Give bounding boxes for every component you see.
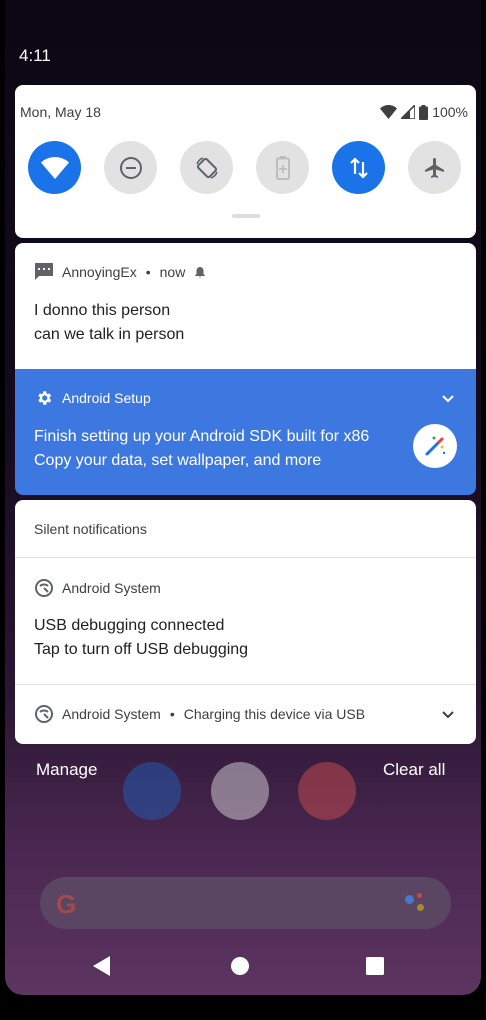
messages-app-icon — [123, 762, 181, 820]
battery-saver-icon — [275, 155, 290, 180]
usb-app-name: Android System — [62, 580, 161, 596]
separator-dot: • — [145, 263, 151, 280]
message-header: AnnoyingEx • now — [35, 263, 206, 280]
status-icons: 100% — [380, 104, 468, 120]
battery-percent: 100% — [432, 104, 468, 120]
wifi-tile[interactable] — [28, 141, 81, 194]
settings-gear-icon — [38, 391, 52, 405]
charging-app-name: Android System — [62, 706, 161, 722]
message-time: now — [159, 263, 186, 280]
drag-handle[interactable] — [232, 214, 260, 218]
date-label: Mon, May 18 — [20, 104, 101, 120]
search-bar: G — [40, 877, 451, 929]
cell-signal-icon — [401, 105, 416, 119]
message-notification[interactable]: AnnoyingEx • now I donno this person can… — [15, 243, 476, 369]
alert-bell-icon — [195, 266, 206, 277]
airplane-icon — [424, 157, 444, 178]
message-line-1: I donno this person — [34, 302, 171, 319]
do-not-disturb-icon — [119, 156, 142, 179]
screen: 4:11 Mon, May 18 100% AnnoyingEx • now I… — [5, 0, 481, 995]
silent-notifications-card: Silent notifications Android System USB … — [15, 500, 476, 744]
google-g-logo: G — [56, 889, 77, 919]
expand-chevron-icon[interactable] — [442, 711, 454, 719]
usb-debugging-notification[interactable]: Android System USB debugging connected T… — [15, 558, 476, 684]
message-line-2: can we talk in person — [34, 326, 185, 343]
home-button[interactable] — [230, 955, 250, 977]
charging-notification[interactable]: Android System • Charging this device vi… — [15, 685, 476, 744]
battery-saver-tile[interactable] — [256, 141, 309, 194]
clear-all-button[interactable]: Clear all — [383, 760, 445, 780]
data-transfer-icon — [349, 156, 368, 179]
setup-line-2: Copy your data, set wallpaper, and more — [34, 452, 322, 469]
expand-chevron-icon[interactable] — [442, 395, 454, 403]
charging-header: Android System • Charging this device vi… — [35, 705, 365, 723]
manage-button[interactable]: Manage — [36, 760, 97, 780]
magic-wand-icon — [425, 436, 446, 456]
message-app-name: AnnoyingEx — [62, 263, 137, 280]
wifi-signal-icon — [380, 105, 398, 119]
usb-line-1: USB debugging connected — [34, 617, 225, 634]
status-time: 4:11 — [19, 46, 51, 65]
charging-text: Charging this device via USB — [183, 706, 366, 722]
assistant-icon — [405, 893, 429, 913]
separator-dot: • — [169, 706, 175, 722]
usb-header: Android System — [35, 579, 161, 597]
recents-button[interactable] — [365, 955, 385, 977]
auto-rotate-tile[interactable] — [180, 141, 233, 194]
android-system-icon — [35, 579, 53, 597]
setup-line-1: Finish setting up your Android SDK built… — [34, 428, 370, 445]
rotate-icon — [195, 156, 218, 179]
wifi-icon — [40, 156, 69, 179]
quick-settings-panel: Mon, May 18 100% — [15, 85, 476, 238]
setup-app-name: Android Setup — [62, 390, 151, 406]
setup-notification[interactable]: Android Setup Finish setting up your And… — [15, 369, 476, 495]
play-store-app-icon — [211, 762, 269, 820]
airplane-mode-tile[interactable] — [408, 141, 461, 194]
setup-wizard-icon — [413, 424, 457, 468]
chrome-app-icon — [298, 762, 356, 820]
message-icon — [35, 263, 53, 280]
back-button[interactable] — [92, 955, 112, 977]
battery-icon — [419, 104, 429, 120]
mobile-data-tile[interactable] — [332, 141, 385, 194]
usb-line-2: Tap to turn off USB debugging — [34, 641, 249, 658]
android-system-icon — [35, 705, 53, 723]
silent-header: Silent notifications — [34, 521, 147, 537]
setup-header: Android Setup — [35, 389, 151, 407]
do-not-disturb-tile[interactable] — [104, 141, 157, 194]
